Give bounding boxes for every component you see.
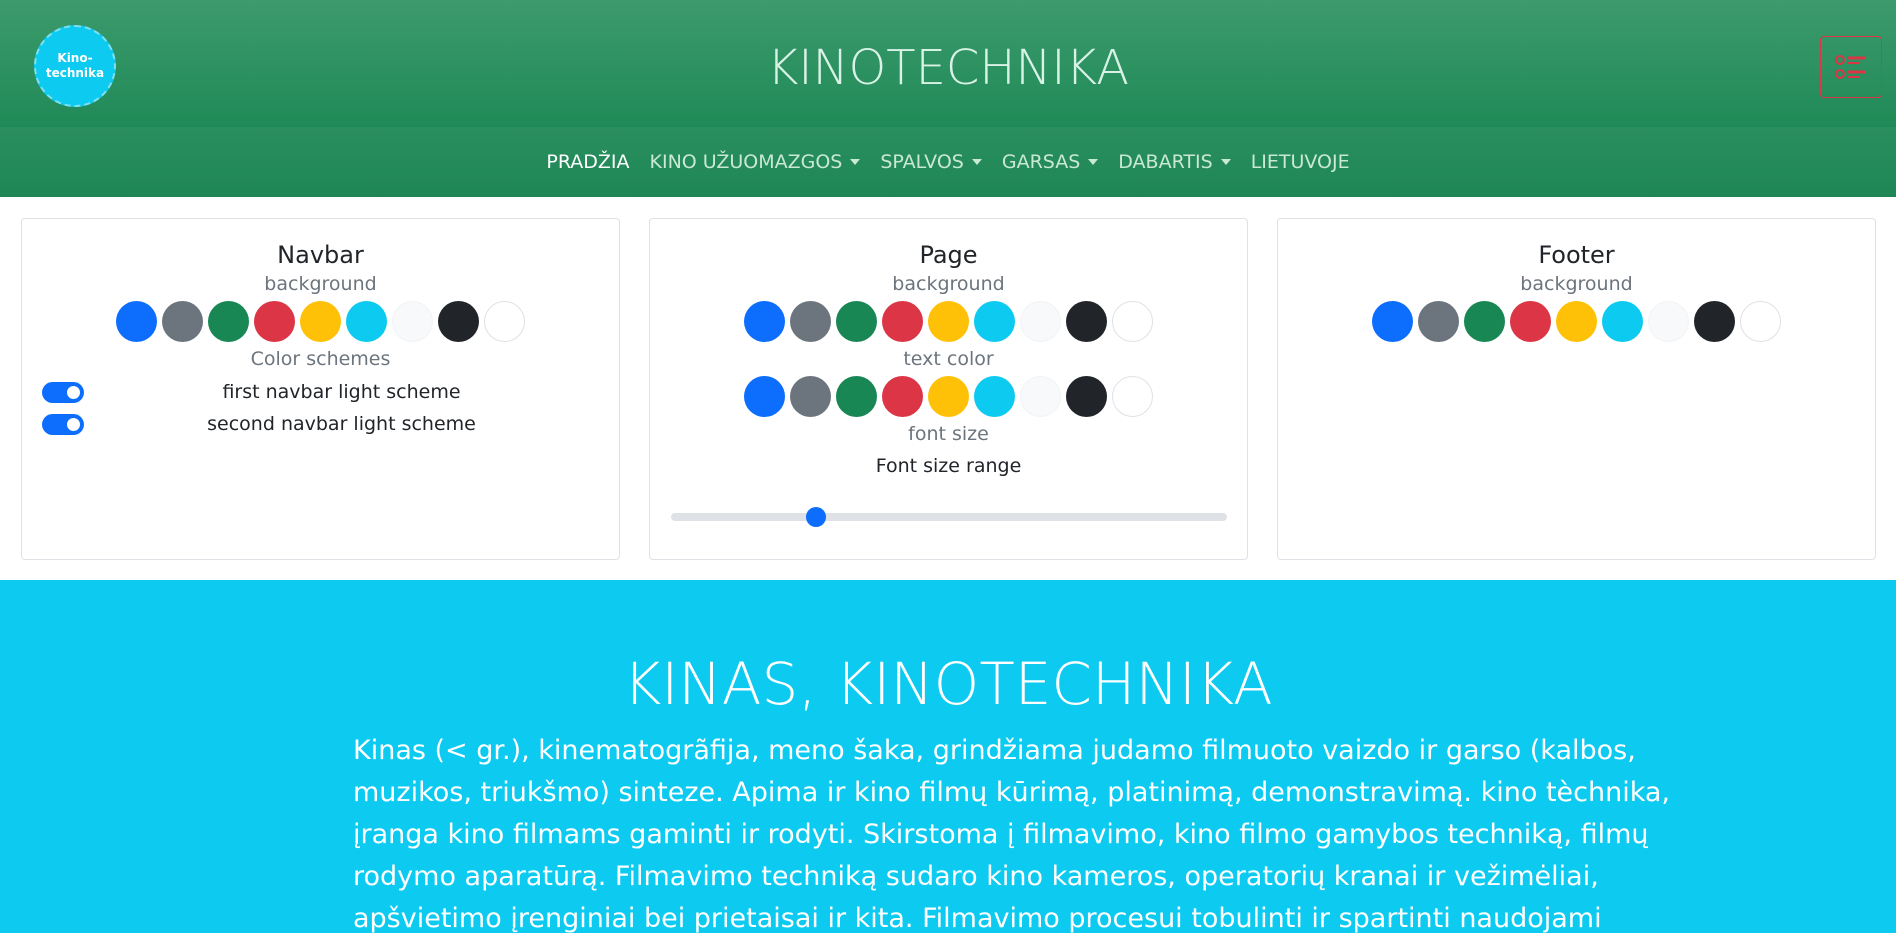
font-size-range-slider[interactable] (671, 507, 1227, 527)
page-background-swatch[interactable] (1066, 301, 1107, 342)
page-background-swatch[interactable] (836, 301, 877, 342)
nav-item-kino-užuomazgos[interactable]: KINO UŽUOMAZGOS (640, 151, 871, 173)
hero-title: KINAS, KINOTECHNIKA (623, 650, 1273, 718)
nav-item-label: PRADŽIA (546, 151, 630, 173)
page-background-swatch[interactable] (882, 301, 923, 342)
switch-row: first navbar light scheme (22, 376, 619, 408)
navbar-background-swatches (22, 301, 619, 342)
page-text-color-swatch[interactable] (1112, 376, 1153, 417)
card-title: Navbar (277, 241, 364, 269)
page-text-color-swatch[interactable] (1020, 376, 1061, 417)
hero-text-line: rodymo aparatūrą. Filmavimo techniką sud… (353, 861, 1599, 892)
page-text-color-swatch[interactable] (882, 376, 923, 417)
footer-background-swatch[interactable] (1418, 301, 1459, 342)
page-text-color-swatches (650, 376, 1247, 417)
card-title: Footer (1538, 241, 1615, 269)
card-title: Page (919, 241, 978, 269)
footer-background-swatch[interactable] (1740, 301, 1781, 342)
settings-toggle-button[interactable] (1820, 36, 1882, 98)
slider-thumb[interactable] (805, 507, 826, 527)
hero-text: Kinas (< gr.), kinematogrãfija, meno šak… (353, 730, 1671, 933)
font-size-range-label: Font size range (875, 455, 1022, 477)
first-navbar-light-switch[interactable] (42, 381, 84, 403)
footer-background-swatch[interactable] (1464, 301, 1505, 342)
site-header: Kino- technika KINOTECHNIKA (0, 0, 1896, 127)
hero-text-line: muzikos, triukšmo) sinteze. Apima ir kin… (353, 777, 1671, 808)
nav-item-spalvos[interactable]: SPALVOS (870, 151, 991, 173)
nav-item-lietuvoje[interactable]: LIETUVOJE (1241, 151, 1360, 173)
footer-background-swatch[interactable] (1602, 301, 1643, 342)
main-navbar: PRADŽIA KINO UŽUOMAZGOS SPALVOS GARSAS DABAR… (0, 127, 1896, 197)
footer-background-swatch[interactable] (1694, 301, 1735, 342)
footer-background-swatches (1278, 301, 1875, 342)
background-label: background (1520, 273, 1633, 295)
page-background-swatch[interactable] (928, 301, 969, 342)
hero-text-line: apšvietimo įrenginiai bei prietaisai ir … (353, 903, 1602, 933)
page-settings-card: Page background text color font size Fon… (649, 218, 1248, 560)
caret-down-icon (971, 159, 982, 165)
switch-label: second navbar light scheme (207, 413, 476, 435)
page-text-color-swatch[interactable] (1066, 376, 1107, 417)
navbar-background-swatch[interactable] (300, 301, 341, 342)
color-schemes-label: Color schemes (250, 348, 391, 370)
footer-background-swatch[interactable] (1372, 301, 1413, 342)
switch-label: first navbar light scheme (222, 381, 461, 403)
nav-item-label: SPALVOS (880, 151, 964, 173)
font-size-label: font size (908, 423, 989, 445)
navbar-background-swatch[interactable] (392, 301, 433, 342)
second-navbar-light-switch[interactable] (42, 413, 84, 435)
navbar-background-swatch[interactable] (254, 301, 295, 342)
navbar-background-swatch[interactable] (116, 301, 157, 342)
caret-down-icon (1088, 159, 1099, 165)
navbar-background-swatch[interactable] (162, 301, 203, 342)
navbar-background-swatch[interactable] (484, 301, 525, 342)
navbar-background-swatch[interactable] (438, 301, 479, 342)
page-background-swatch[interactable] (1020, 301, 1061, 342)
hero-text-line: Kinas (< gr.), kinematogrãfija, meno šak… (353, 735, 1636, 766)
nav-item-label: LIETUVOJE (1250, 151, 1350, 173)
page-text-color-swatch[interactable] (974, 376, 1015, 417)
site-title: KINOTECHNIKA (766, 40, 1130, 96)
nav-item-label: DABARTIS (1118, 151, 1213, 173)
footer-settings-card: Footer background (1277, 218, 1876, 560)
page-text-color-swatch[interactable] (790, 376, 831, 417)
footer-background-swatch[interactable] (1648, 301, 1689, 342)
navbar-settings-card: Navbar background Color schemes first na… (21, 218, 620, 560)
switch-row: second navbar light scheme (22, 408, 619, 440)
page-text-color-swatch[interactable] (836, 376, 877, 417)
footer-background-swatch[interactable] (1510, 301, 1551, 342)
page-background-swatch[interactable] (790, 301, 831, 342)
nav-item-dabartis[interactable]: DABARTIS (1108, 151, 1240, 173)
page-text-color-swatch[interactable] (744, 376, 785, 417)
nav-item-label: KINO UŽUOMAZGOS (649, 151, 843, 173)
caret-down-icon (850, 159, 861, 165)
page-background-swatch[interactable] (974, 301, 1015, 342)
nav-item-label: GARSAS (1001, 151, 1081, 173)
settings-list-icon (1835, 55, 1865, 79)
hero-text-line: įranga kino filmams gaminti ir rodyti. S… (353, 819, 1649, 850)
page-text-color-swatch[interactable] (928, 376, 969, 417)
settings-panel: Navbar background Color schemes first na… (0, 197, 1896, 580)
caret-down-icon (1220, 159, 1231, 165)
nav-item-pradžia[interactable]: PRADŽIA (536, 151, 639, 173)
text-color-label: text color (903, 348, 994, 370)
background-label: background (264, 273, 377, 295)
background-label: background (892, 273, 1005, 295)
page-background-swatch[interactable] (1112, 301, 1153, 342)
navbar-background-swatch[interactable] (346, 301, 387, 342)
page-background-swatches (650, 301, 1247, 342)
hero-section: KINAS, KINOTECHNIKA Kinas (< gr.), kinem… (0, 580, 1896, 933)
page-background-swatch[interactable] (744, 301, 785, 342)
nav-item-garsas[interactable]: GARSAS (992, 151, 1108, 173)
footer-background-swatch[interactable] (1556, 301, 1597, 342)
navbar-background-swatch[interactable] (208, 301, 249, 342)
